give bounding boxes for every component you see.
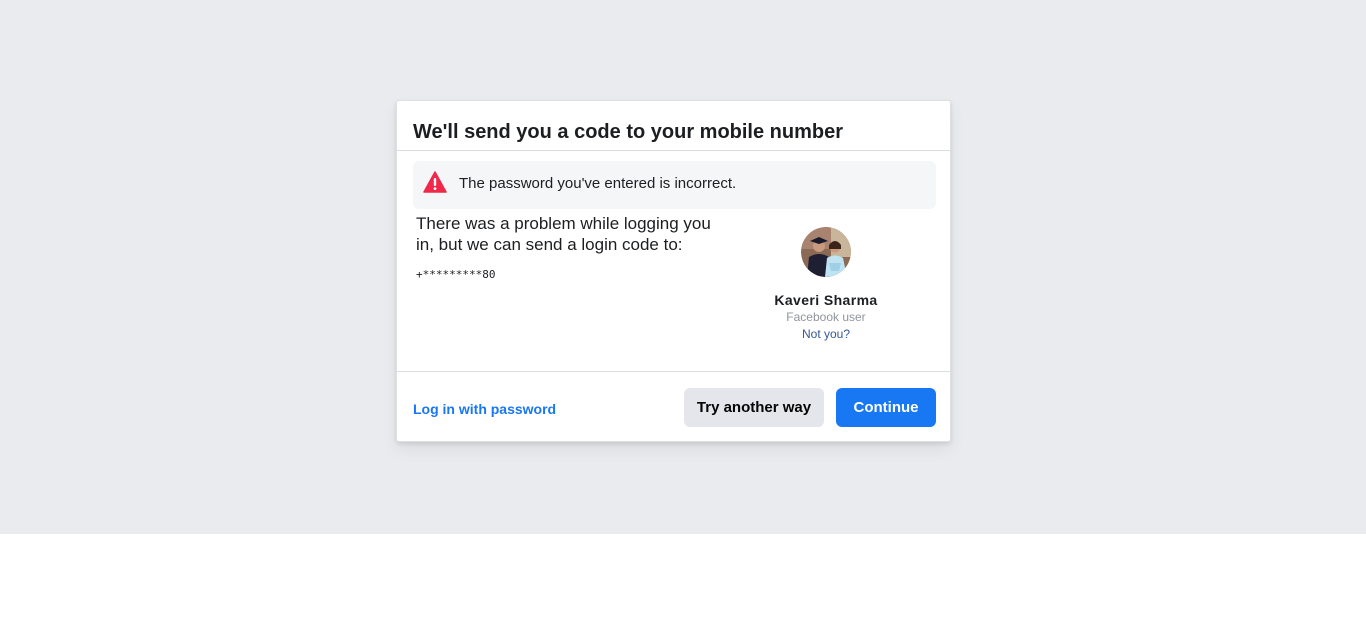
- problem-description: There was a problem while logging you in…: [416, 214, 711, 254]
- dialog-footer: Log in with password Try another way Con…: [397, 371, 950, 442]
- avatar: [801, 227, 851, 277]
- try-another-way-button[interactable]: Try another way: [684, 388, 824, 427]
- user-name: Kaveri Sharma: [774, 292, 878, 308]
- dialog-title: We'll send you a code to your mobile num…: [413, 121, 844, 143]
- masked-phone-number: +*********80: [416, 268, 496, 281]
- login-with-password-link[interactable]: Log in with password: [413, 401, 556, 417]
- warning-icon: [423, 171, 447, 193]
- continue-button[interactable]: Continue: [836, 388, 936, 427]
- login-code-dialog: We'll send you a code to your mobile num…: [396, 100, 951, 442]
- user-card: Kaveri Sharma Facebook user Not you?: [757, 227, 895, 343]
- not-you-link[interactable]: Not you?: [802, 326, 850, 342]
- user-subtitle: Facebook user: [786, 310, 866, 324]
- error-message: The password you've entered is incorrect…: [459, 175, 737, 192]
- dialog-header: We'll send you a code to your mobile num…: [397, 101, 950, 151]
- error-alert: The password you've entered is incorrect…: [413, 161, 936, 209]
